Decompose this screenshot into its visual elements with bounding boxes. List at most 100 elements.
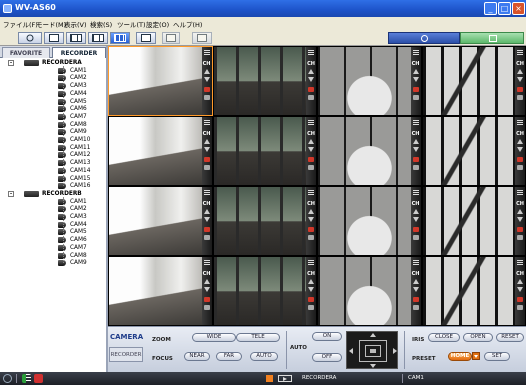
channel-up-icon[interactable]: [308, 69, 314, 74]
camera-view[interactable]: CH: [421, 116, 526, 186]
menu-list-icon[interactable]: [203, 190, 210, 196]
record-icon[interactable]: [308, 157, 314, 162]
menu-list-icon[interactable]: [308, 190, 314, 196]
channel-up-icon[interactable]: [517, 139, 523, 144]
camera-view[interactable]: CH: [317, 256, 422, 326]
zoom-wide-button[interactable]: WIDE: [192, 333, 236, 342]
layout-16-button[interactable]: [110, 32, 130, 44]
auto-off-button[interactable]: OFF: [312, 353, 342, 362]
channel-down-icon[interactable]: [203, 287, 210, 292]
channel-down-icon[interactable]: [203, 217, 210, 222]
snapshot-icon[interactable]: [517, 95, 523, 100]
tree-expander[interactable]: -: [8, 60, 14, 66]
menu-list-icon[interactable]: [517, 190, 523, 196]
menu-list-icon[interactable]: [203, 120, 210, 126]
menu-list-icon[interactable]: [412, 50, 419, 56]
channel-up-icon[interactable]: [412, 279, 419, 284]
camera-view[interactable]: CH: [108, 186, 213, 256]
record-icon[interactable]: [308, 227, 314, 232]
channel-down-icon[interactable]: [308, 287, 314, 292]
record-icon[interactable]: [412, 227, 419, 232]
channel-up-icon[interactable]: [517, 279, 523, 284]
sequence-button[interactable]: [136, 32, 156, 44]
snapshot-icon[interactable]: [517, 165, 523, 170]
menu-tools[interactable]: ツール(T): [117, 19, 146, 29]
camera-tab[interactable]: CAMERA: [110, 333, 143, 341]
iris-open-button[interactable]: OPEN: [463, 333, 493, 342]
tree-expander[interactable]: -: [8, 190, 14, 197]
focus-near-button[interactable]: NEAR: [184, 352, 210, 361]
layout-9-button[interactable]: [88, 32, 108, 44]
snapshot-icon[interactable]: [412, 235, 419, 240]
preset-select[interactable]: HOME: [448, 352, 472, 361]
snapshot-icon[interactable]: [412, 305, 419, 310]
channel-down-icon[interactable]: [412, 77, 419, 82]
menu-list-icon[interactable]: [517, 260, 523, 266]
camera-view[interactable]: CH: [108, 46, 213, 116]
camera-view[interactable]: CH: [212, 186, 317, 256]
snapshot-icon[interactable]: [412, 95, 419, 100]
snapshot-icon[interactable]: [308, 305, 314, 310]
channel-up-icon[interactable]: [412, 139, 419, 144]
record-icon[interactable]: [412, 87, 419, 92]
channel-down-icon[interactable]: [517, 287, 523, 292]
event-list-icon[interactable]: [22, 374, 31, 383]
menu-list-icon[interactable]: [517, 120, 523, 126]
close-button[interactable]: ×: [512, 2, 525, 15]
record-icon[interactable]: [203, 87, 210, 92]
alarm-icon[interactable]: [34, 374, 43, 383]
menu-list-icon[interactable]: [308, 260, 314, 266]
channel-up-icon[interactable]: [203, 209, 210, 214]
channel-up-icon[interactable]: [308, 139, 314, 144]
channel-down-icon[interactable]: [203, 77, 210, 82]
camera-view[interactable]: CH: [421, 256, 526, 326]
menu-list-icon[interactable]: [308, 120, 314, 126]
channel-up-icon[interactable]: [203, 139, 210, 144]
channel-up-icon[interactable]: [412, 209, 419, 214]
menu-help[interactable]: ヘルプ(H): [173, 19, 202, 29]
camera-view[interactable]: CH: [108, 116, 213, 186]
menu-file[interactable]: ファイル(F): [3, 19, 38, 29]
menu-list-icon[interactable]: [517, 50, 523, 56]
live-mode-button[interactable]: [388, 32, 460, 44]
record-icon[interactable]: [308, 297, 314, 302]
menu-list-icon[interactable]: [412, 260, 419, 266]
zoom-view-button[interactable]: [18, 32, 42, 44]
snapshot-icon[interactable]: [517, 305, 523, 310]
layout-1-button[interactable]: [44, 32, 64, 44]
channel-down-icon[interactable]: [412, 287, 419, 292]
channel-up-icon[interactable]: [517, 69, 523, 74]
camera-view[interactable]: CH: [421, 186, 526, 256]
tab-favorite[interactable]: FAVORITE: [2, 47, 50, 58]
snapshot-icon[interactable]: [308, 95, 314, 100]
channel-down-icon[interactable]: [203, 147, 210, 152]
snapshot-icon[interactable]: [308, 235, 314, 240]
record-icon[interactable]: [517, 157, 523, 162]
focus-auto-button[interactable]: AUTO: [250, 352, 278, 361]
camera-view[interactable]: CH: [317, 116, 422, 186]
record-icon[interactable]: [203, 297, 210, 302]
pan-tilt-pad[interactable]: [346, 331, 398, 369]
channel-up-icon[interactable]: [412, 69, 419, 74]
minimize-button[interactable]: _: [484, 2, 497, 15]
camera-view[interactable]: CH: [317, 46, 422, 116]
channel-up-icon[interactable]: [308, 209, 314, 214]
record-icon[interactable]: [412, 297, 419, 302]
menu-mode[interactable]: モード(M): [36, 19, 66, 29]
layout-4-button[interactable]: [66, 32, 86, 44]
channel-up-icon[interactable]: [517, 209, 523, 214]
snapshot-icon[interactable]: [308, 165, 314, 170]
pan-left-icon[interactable]: [349, 348, 353, 354]
tilt-up-icon[interactable]: [370, 333, 376, 337]
recorder-tab[interactable]: RECORDER: [109, 347, 143, 362]
snapshot-icon[interactable]: [412, 165, 419, 170]
menu-search[interactable]: 検索(S): [90, 19, 112, 29]
record-icon[interactable]: [412, 157, 419, 162]
maximize-button[interactable]: □: [498, 2, 511, 15]
channel-up-icon[interactable]: [203, 69, 210, 74]
record-icon[interactable]: [517, 87, 523, 92]
snapshot-icon[interactable]: [203, 165, 210, 170]
camera-view[interactable]: CH: [212, 116, 317, 186]
camera-view[interactable]: CH: [108, 256, 213, 326]
channel-up-icon[interactable]: [308, 279, 314, 284]
